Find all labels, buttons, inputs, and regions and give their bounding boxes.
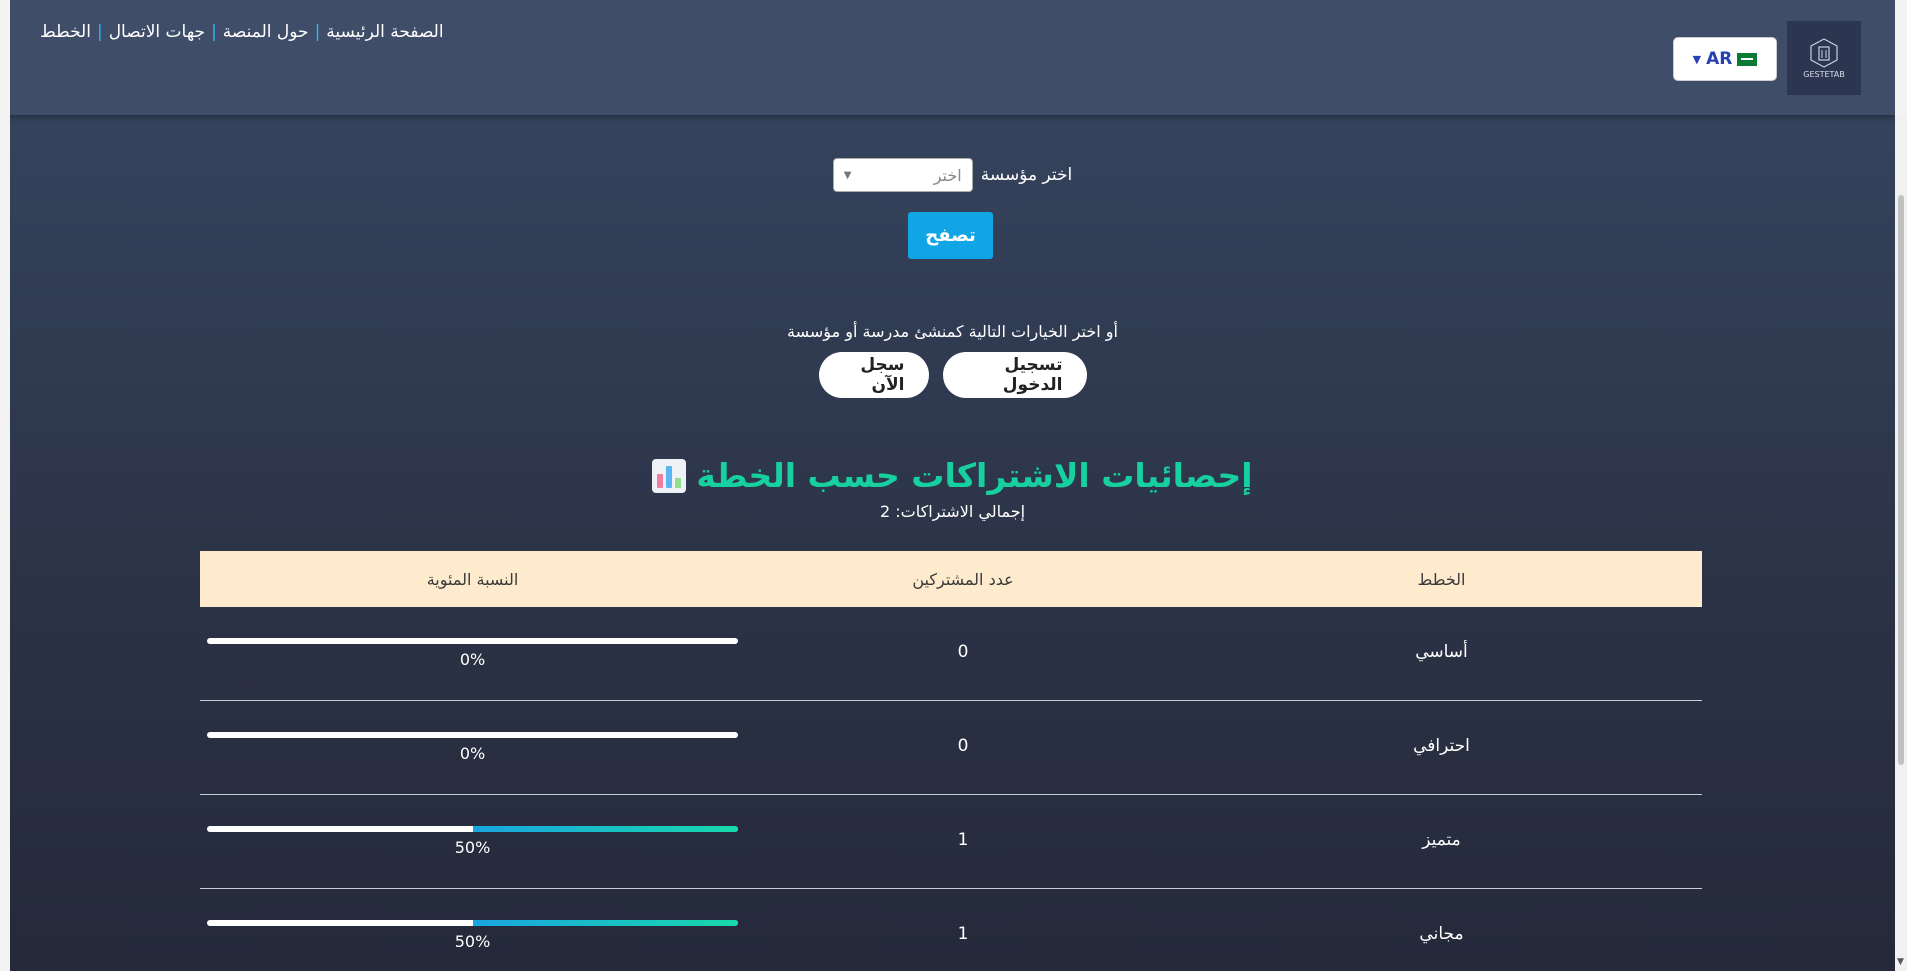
progress-bar — [207, 732, 738, 738]
organization-select-placeholder: اختر — [933, 165, 962, 185]
stats-title: إحصائيات الاشتراكات حسب الخطة — [10, 456, 1895, 495]
percentage-label: 0% — [459, 744, 486, 763]
vertical-scrollbar[interactable]: ▼ — [1895, 115, 1907, 971]
progress-bar — [207, 638, 738, 644]
percentage-cell: 0% — [200, 701, 745, 794]
progress-bar — [207, 920, 738, 926]
caret-down-icon: ▼ — [843, 169, 852, 181]
plan-name: أساسي — [1415, 641, 1468, 662]
nav-separator: | — [96, 22, 103, 42]
logo-text: GESTETAB — [1803, 69, 1845, 79]
nav-about-link[interactable]: حول المنصة — [223, 22, 309, 42]
bar-chart-icon — [652, 458, 687, 493]
nav-plans-link[interactable]: الخطط — [40, 22, 91, 42]
saudi-flag-icon — [1737, 52, 1758, 66]
language-selector[interactable]: ▼ AR — [1673, 37, 1777, 81]
nav-home-link[interactable]: الصفحة الرئيسية — [326, 22, 443, 42]
auth-prompt: أو اختر الخيارات التالية كمنشئ مدرسة أو … — [787, 322, 1118, 341]
table-header: الخطط عدد المشتركين النسبة المئوية — [200, 551, 1702, 607]
plan-name: متميز — [1422, 829, 1461, 850]
total-subscriptions: إجمالي الاشتراكات: 2 — [879, 502, 1026, 521]
nav-separator: | — [211, 22, 217, 42]
table-row: أساسي 0 0% — [200, 607, 1702, 701]
percentage-label: 0% — [459, 650, 486, 669]
subscriber-count: 0 — [957, 641, 969, 662]
caret-down-icon: ▼ — [1692, 52, 1702, 66]
plan-name: احترافي — [1413, 735, 1470, 756]
language-code: AR — [1706, 49, 1733, 69]
subscriber-count: 1 — [957, 923, 969, 944]
header-percentage: النسبة المئوية — [426, 569, 519, 589]
subscriber-count: 0 — [957, 735, 969, 756]
header-subscribers: عدد المشتركين — [912, 569, 1014, 589]
stats-title-text: إحصائيات الاشتراكات حسب الخطة — [696, 456, 1253, 495]
organization-row: اختر مؤسسة اختر ▼ — [10, 158, 1895, 192]
percentage-cell: 50% — [200, 889, 745, 971]
percentage-label: 50% — [454, 932, 491, 951]
scrollbar-thumb[interactable] — [1898, 195, 1904, 765]
table-row: احترافي 0 0% — [200, 701, 1702, 795]
nav-contacts-link[interactable]: جهات الاتصال — [109, 22, 205, 42]
organization-select[interactable]: اختر ▼ — [832, 158, 973, 192]
percentage-label: 50% — [454, 838, 491, 857]
register-button[interactable]: سجل الآن — [818, 352, 929, 398]
plan-name: مجاني — [1419, 923, 1464, 944]
header-plan: الخطط — [1417, 569, 1466, 589]
percentage-cell: 0% — [200, 607, 745, 700]
table-row: متميز 1 50% — [200, 795, 1702, 889]
table-row: مجاني 1 50% — [200, 889, 1702, 971]
logo[interactable]: GESTETAB — [1787, 21, 1861, 95]
stats-table: الخطط عدد المشتركين النسبة المئوية أساسي… — [200, 551, 1702, 971]
progress-bar — [207, 826, 738, 832]
browse-button[interactable]: تصفح — [908, 212, 993, 259]
building-icon — [1810, 37, 1838, 68]
nav-separator: | — [314, 22, 321, 42]
auth-buttons: تسجيل الدخول سجل الآن — [10, 352, 1895, 398]
subscriber-count: 1 — [957, 829, 969, 850]
scroll-down-arrow-icon[interactable]: ▼ — [1897, 957, 1904, 967]
top-navbar: الصفحة الرئيسية|حول المنصة|جهات الاتصال|… — [10, 0, 1895, 115]
main-nav: الصفحة الرئيسية|حول المنصة|جهات الاتصال|… — [40, 22, 444, 42]
page: الصفحة الرئيسية|حول المنصة|جهات الاتصال|… — [10, 0, 1895, 971]
organization-label: اختر مؤسسة — [980, 165, 1073, 185]
login-button[interactable]: تسجيل الدخول — [942, 352, 1087, 398]
percentage-cell: 50% — [200, 795, 745, 888]
